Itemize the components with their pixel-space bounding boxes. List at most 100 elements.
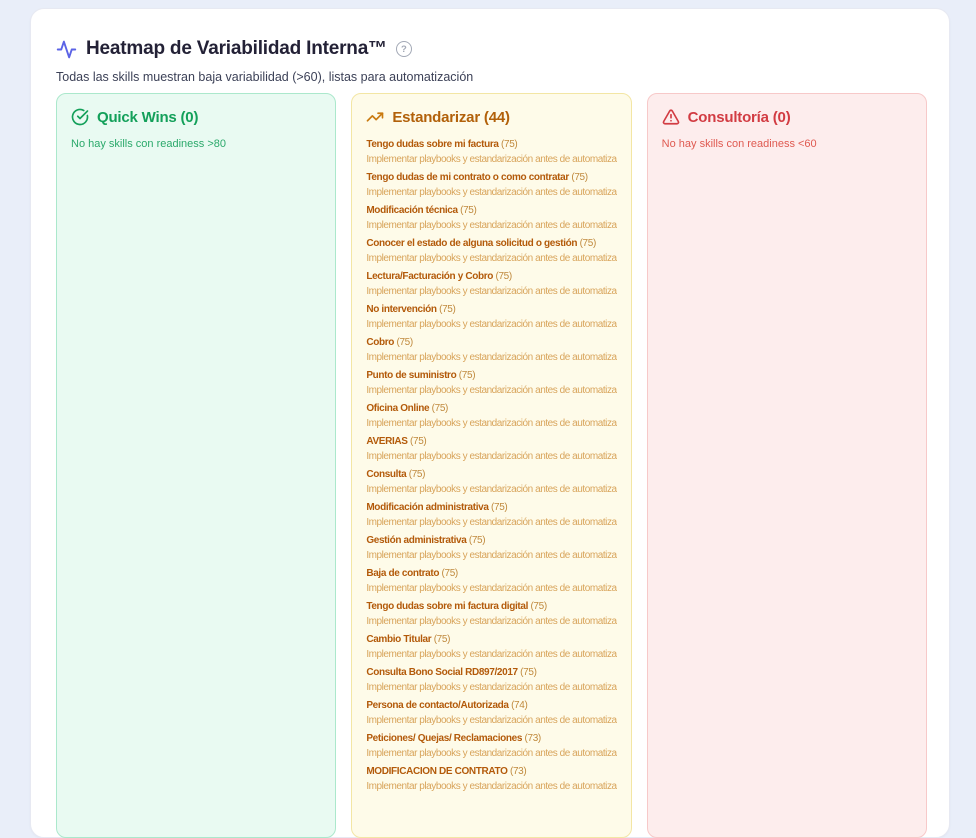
skill-score: (75) [394, 337, 413, 348]
page-subtitle: Todas las skills muestran baja variabili… [56, 70, 927, 85]
skill-item: Tengo dudas sobre mi factura digital (75… [366, 599, 616, 629]
skill-recommendation: Implementar playbooks y estandarización … [366, 284, 616, 299]
skill-score: (75) [499, 139, 518, 150]
skill-name: MODIFICACION DE CONTRATO [366, 766, 507, 777]
skill-score: (75) [406, 469, 425, 480]
skill-item: Modificación técnica (75) Implementar pl… [366, 203, 616, 233]
consultoria-empty-text: No hay skills con readiness <60 [662, 137, 912, 151]
skill-score: (75) [431, 634, 450, 645]
skill-item: Tengo dudas sobre mi factura (75) Implem… [366, 137, 616, 167]
skill-item: Consulta (75) Implementar playbooks y es… [366, 467, 616, 497]
skill-name: AVERIAS [366, 436, 407, 447]
skill-name: Gestión administrativa [366, 535, 466, 546]
skill-recommendation: Implementar playbooks y estandarización … [366, 152, 616, 167]
skill-item: Cobro (75) Implementar playbooks y estan… [366, 335, 616, 365]
skill-item: Peticiones/ Quejas/ Reclamaciones (73) I… [366, 731, 616, 761]
skill-score: (75) [466, 535, 485, 546]
estandarizar-header: Estandarizar (44) [366, 107, 616, 127]
page-title: Heatmap de Variabilidad Interna™ [86, 38, 387, 60]
skill-item: Conocer el estado de alguna solicitud o … [366, 236, 616, 266]
card-header: Heatmap de Variabilidad Interna™ ? [56, 37, 927, 61]
skill-score: (75) [528, 601, 547, 612]
skill-recommendation: Implementar playbooks y estandarización … [366, 548, 616, 563]
skill-score: (73) [522, 733, 541, 744]
quick-wins-title: Quick Wins (0) [97, 109, 198, 126]
skill-score: (75) [489, 502, 508, 513]
skill-recommendation: Implementar playbooks y estandarización … [366, 647, 616, 662]
quick-wins-panel: Quick Wins (0) No hay skills con readine… [56, 93, 336, 838]
skill-recommendation: Implementar playbooks y estandarización … [366, 251, 616, 266]
skill-name: Oficina Online [366, 403, 429, 414]
skill-recommendation: Implementar playbooks y estandarización … [366, 581, 616, 596]
skill-item: Punto de suministro (75) Implementar pla… [366, 368, 616, 398]
skill-name: Peticiones/ Quejas/ Reclamaciones [366, 733, 522, 744]
help-icon[interactable]: ? [396, 41, 412, 57]
skill-item: Cambio Titular (75) Implementar playbook… [366, 632, 616, 662]
skill-name: Cobro [366, 337, 394, 348]
skill-score: (75) [456, 370, 475, 381]
skill-recommendation: Implementar playbooks y estandarización … [366, 383, 616, 398]
skill-name: Cambio Titular [366, 634, 431, 645]
estandarizar-title: Estandarizar (44) [392, 109, 509, 126]
skill-item: Baja de contrato (75) Implementar playbo… [366, 566, 616, 596]
skill-recommendation: Implementar playbooks y estandarización … [366, 416, 616, 431]
skill-item: Modificación administrativa (75) Impleme… [366, 500, 616, 530]
skill-score: (75) [408, 436, 427, 447]
skill-item: AVERIAS (75) Implementar playbooks y est… [366, 434, 616, 464]
skill-name: Tengo dudas de mi contrato o como contra… [366, 172, 569, 183]
consultoria-panel: Consultoría (0) No hay skills con readin… [647, 93, 927, 838]
skill-recommendation: Implementar playbooks y estandarización … [366, 515, 616, 530]
check-circle-icon [71, 108, 89, 126]
skill-name: Baja de contrato [366, 568, 439, 579]
consultoria-header: Consultoría (0) [662, 107, 912, 127]
skill-score: (75) [437, 304, 456, 315]
skill-recommendation: Implementar playbooks y estandarización … [366, 449, 616, 464]
skill-recommendation: Implementar playbooks y estandarización … [366, 680, 616, 695]
quick-wins-empty-text: No hay skills con readiness >80 [71, 137, 321, 151]
skill-name: Conocer el estado de alguna solicitud o … [366, 238, 577, 249]
skill-name: Consulta [366, 469, 406, 480]
skill-item: Tengo dudas de mi contrato o como contra… [366, 170, 616, 200]
skill-score: (75) [458, 205, 477, 216]
skill-recommendation: Implementar playbooks y estandarización … [366, 614, 616, 629]
skill-name: No intervención [366, 304, 436, 315]
skill-recommendation: Implementar playbooks y estandarización … [366, 350, 616, 365]
skill-score: (75) [569, 172, 588, 183]
skill-name: Punto de suministro [366, 370, 456, 381]
skill-name: Tengo dudas sobre mi factura [366, 139, 498, 150]
skill-name: Tengo dudas sobre mi factura digital [366, 601, 528, 612]
skill-item: Persona de contacto/Autorizada (74) Impl… [366, 698, 616, 728]
skill-item: Oficina Online (75) Implementar playbook… [366, 401, 616, 431]
activity-icon [56, 39, 77, 60]
heatmap-card: Heatmap de Variabilidad Interna™ ? Todas… [30, 8, 950, 838]
skill-score: (75) [429, 403, 448, 414]
skill-name: Persona de contacto/Autorizada [366, 700, 508, 711]
page-background: { "header": { "title": "Heatmap de Varia… [0, 0, 976, 790]
skill-score: (75) [493, 271, 512, 282]
skill-recommendation: Implementar playbooks y estandarización … [366, 713, 616, 728]
skill-item: Gestión administrativa (75) Implementar … [366, 533, 616, 563]
skill-score: (75) [439, 568, 458, 579]
skill-item: Lectura/Facturación y Cobro (75) Impleme… [366, 269, 616, 299]
skill-score: (73) [508, 766, 527, 777]
skill-recommendation: Implementar playbooks y estandarización … [366, 317, 616, 332]
trending-up-icon [366, 108, 384, 126]
skill-recommendation: Implementar playbooks y estandarización … [366, 746, 616, 761]
estandarizar-panel: Estandarizar (44) Tengo dudas sobre mi f… [351, 93, 631, 838]
quick-wins-header: Quick Wins (0) [71, 107, 321, 127]
alert-triangle-icon [662, 108, 680, 126]
skill-name: Modificación técnica [366, 205, 457, 216]
skill-recommendation: Implementar playbooks y estandarización … [366, 218, 616, 233]
skill-score: (74) [509, 700, 528, 711]
skill-list: Tengo dudas sobre mi factura (75) Implem… [366, 137, 616, 794]
skill-item: Consulta Bono Social RD897/2017 (75) Imp… [366, 665, 616, 695]
heatmap-columns: Quick Wins (0) No hay skills con readine… [56, 93, 927, 838]
skill-recommendation: Implementar playbooks y estandarización … [366, 482, 616, 497]
skill-recommendation: Implementar playbooks y estandarización … [366, 185, 616, 200]
skill-name: Consulta Bono Social RD897/2017 [366, 667, 517, 678]
skill-item: No intervención (75) Implementar playboo… [366, 302, 616, 332]
skill-recommendation: Implementar playbooks y estandarización … [366, 779, 616, 794]
skill-name: Modificación administrativa [366, 502, 488, 513]
skill-score: (75) [577, 238, 596, 249]
consultoria-title: Consultoría (0) [688, 109, 791, 126]
